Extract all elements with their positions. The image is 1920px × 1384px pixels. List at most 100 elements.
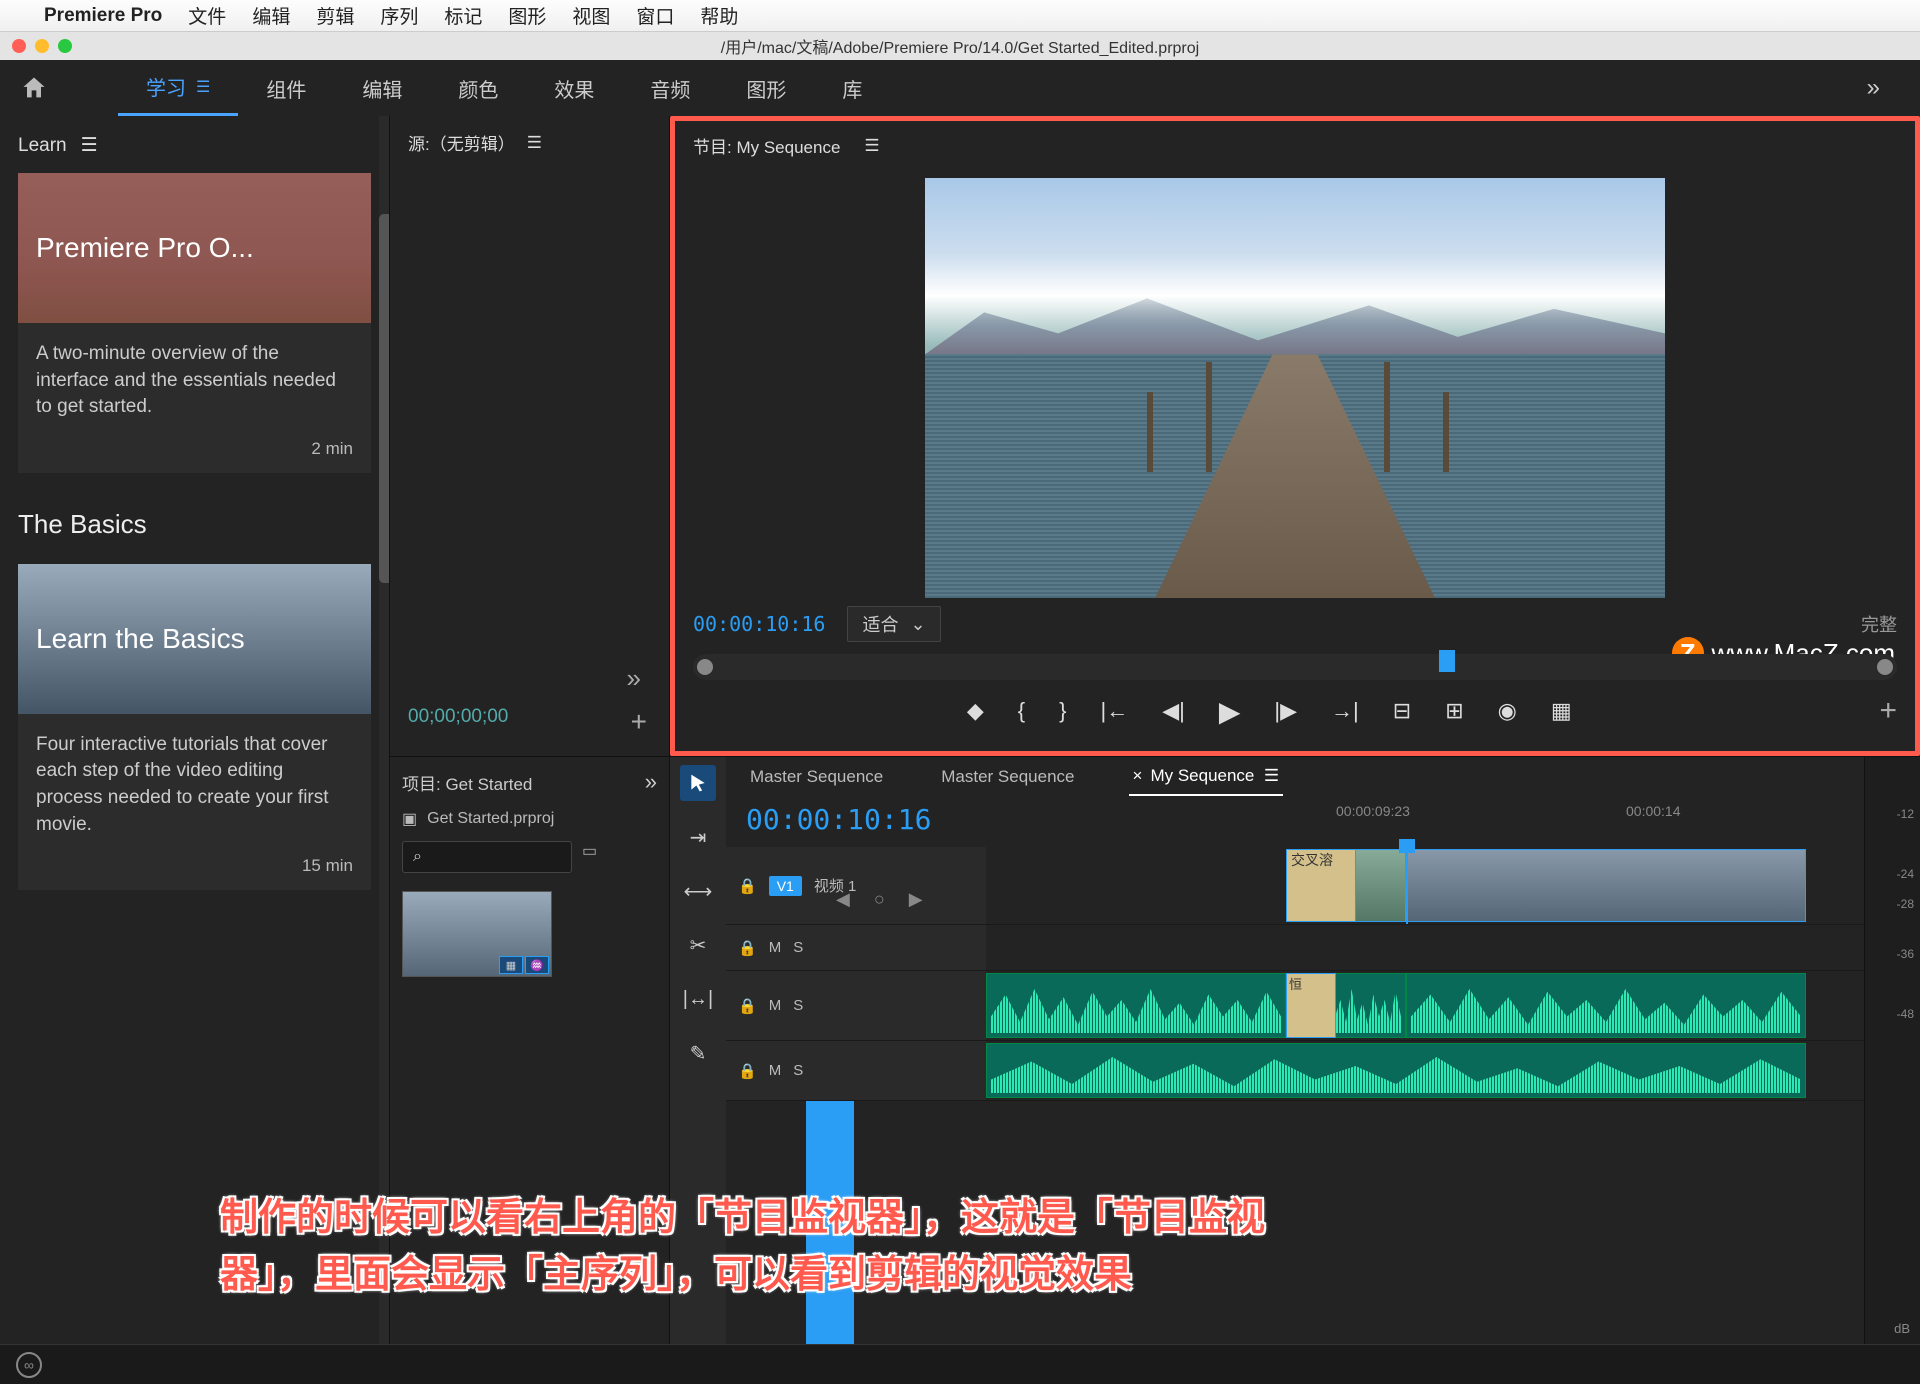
pen-tool[interactable]: ✎ — [680, 1035, 716, 1071]
workspace-learn[interactable]: 学习☰ — [118, 60, 238, 116]
out-point-icon[interactable]: } — [1059, 698, 1066, 724]
prev-edit-icon[interactable]: ◀ — [836, 889, 850, 910]
play-icon[interactable]: ▶ — [1219, 695, 1241, 728]
timeline-tab[interactable]: Master Sequence — [937, 759, 1078, 795]
audio-clip[interactable] — [986, 973, 1286, 1038]
creative-cloud-icon[interactable]: ∞ — [16, 1352, 42, 1378]
menu-view[interactable]: 视图 — [572, 2, 610, 29]
home-icon[interactable] — [20, 74, 48, 102]
mute-button[interactable]: M — [769, 1062, 782, 1079]
workspace-effects[interactable]: 效果 — [526, 60, 622, 116]
menu-clip[interactable]: 剪辑 — [316, 2, 354, 29]
step-forward-icon[interactable]: |▶ — [1274, 698, 1297, 724]
audio-transition[interactable]: 恒 — [1286, 973, 1336, 1038]
menu-graphics[interactable]: 图形 — [508, 2, 546, 29]
scrub-handle-left[interactable] — [697, 659, 713, 675]
lock-icon[interactable]: 🔒 — [738, 997, 757, 1015]
transition-clip[interactable]: 交叉溶 — [1286, 849, 1356, 922]
quality-dropdown[interactable]: 完整 — [1861, 611, 1897, 637]
scrub-handle-right[interactable] — [1877, 659, 1893, 675]
timeline-tab-active[interactable]: ×My Sequence ☰ — [1129, 758, 1284, 796]
workspace-color[interactable]: 颜色 — [430, 60, 526, 116]
maximize-button[interactable] — [58, 39, 72, 53]
add-button[interactable]: + — [631, 706, 647, 738]
playhead[interactable] — [1399, 839, 1415, 853]
project-clip-thumbnail[interactable]: ▦ ♒ — [402, 891, 552, 977]
go-to-in-icon[interactable]: |← — [1100, 698, 1128, 724]
overflow-icon[interactable]: » — [645, 769, 657, 795]
source-timecode[interactable]: 00;00;00;00 — [408, 706, 508, 728]
ripple-edit-tool[interactable]: ⟷ — [680, 873, 716, 909]
project-search[interactable]: ⌕ — [402, 841, 572, 873]
hamburger-icon[interactable]: ☰ — [527, 133, 542, 153]
menu-sequence[interactable]: 序列 — [380, 2, 418, 29]
workspace-audio[interactable]: 音频 — [622, 60, 718, 116]
track-v1-label[interactable]: V1 — [769, 876, 802, 896]
hamburger-icon[interactable]: ☰ — [81, 134, 98, 157]
learn-card-basics[interactable]: Learn the Basics Four interactive tutori… — [18, 564, 371, 890]
selection-tool[interactable] — [680, 765, 716, 801]
extract-icon[interactable]: ⊞ — [1445, 698, 1463, 724]
slip-tool[interactable]: |↔| — [680, 981, 716, 1017]
workspace-graphics[interactable]: 图形 — [718, 60, 814, 116]
workspace-libraries[interactable]: 库 — [814, 60, 890, 116]
learn-section-basics: The Basics — [18, 509, 371, 540]
solo-button[interactable]: S — [793, 997, 803, 1014]
program-video[interactable] — [925, 178, 1665, 598]
step-back-icon[interactable]: ◀| — [1162, 698, 1185, 724]
app-name[interactable]: Premiere Pro — [44, 5, 162, 27]
go-to-out-icon[interactable]: →| — [1331, 698, 1359, 724]
close-icon[interactable]: × — [1133, 766, 1143, 785]
audio-clip[interactable] — [1406, 973, 1806, 1038]
in-point-icon[interactable]: { — [1018, 698, 1025, 724]
timeline-ruler[interactable]: 00:00:09:23 00:00:14 — [1006, 803, 1864, 827]
overflow-icon[interactable]: » — [627, 663, 641, 694]
marker-icon[interactable]: ◆ — [967, 698, 984, 724]
new-bin-icon[interactable]: ▭ — [582, 841, 597, 861]
lock-icon[interactable]: 🔒 — [738, 939, 757, 957]
minimize-button[interactable] — [35, 39, 49, 53]
track-select-tool[interactable]: ⇥ — [680, 819, 716, 855]
toggle-icon[interactable]: ○ — [874, 889, 885, 910]
mute-button[interactable]: M — [769, 939, 782, 956]
lift-icon[interactable]: ⊟ — [1393, 698, 1411, 724]
scrub-playhead[interactable] — [1439, 650, 1455, 672]
solo-button[interactable]: S — [793, 1062, 803, 1079]
bin-icon[interactable]: ▣ — [402, 809, 417, 829]
project-tab[interactable]: 项目: Get Started — [402, 770, 532, 795]
mute-button[interactable]: M — [769, 997, 782, 1014]
program-tab[interactable]: 节目: My Sequence ☰ — [675, 121, 1915, 170]
lock-icon[interactable]: 🔒 — [738, 1062, 757, 1080]
scrollbar[interactable] — [379, 116, 389, 1344]
menu-edit[interactable]: 编辑 — [252, 2, 290, 29]
card-thumbnail: Learn the Basics — [18, 564, 371, 714]
program-scrubber[interactable] — [693, 654, 1897, 680]
timeline-timecode[interactable]: 00:00:10:16 — [746, 803, 931, 836]
razor-tool[interactable]: ✂ — [680, 927, 716, 963]
audio-clip[interactable] — [986, 1043, 1806, 1098]
next-edit-icon[interactable]: ▶ — [909, 889, 923, 910]
learn-card-overview[interactable]: Premiere Pro O... A two-minute overview … — [18, 173, 371, 473]
timeline-tab[interactable]: Master Sequence — [746, 759, 887, 795]
hamburger-icon[interactable]: ☰ — [196, 77, 210, 97]
zoom-dropdown[interactable]: 适合⌄ — [847, 606, 940, 642]
menu-help[interactable]: 帮助 — [700, 2, 738, 29]
hamburger-icon[interactable]: ☰ — [864, 136, 879, 156]
add-button[interactable]: + — [1879, 694, 1897, 728]
video-clip[interactable] — [1406, 849, 1806, 922]
close-button[interactable] — [12, 39, 26, 53]
solo-button[interactable]: S — [793, 939, 803, 956]
lock-icon[interactable]: 🔒 — [738, 877, 757, 895]
search-input[interactable] — [430, 850, 561, 865]
workspace-assembly[interactable]: 组件 — [238, 60, 334, 116]
hamburger-icon[interactable]: ☰ — [1264, 766, 1279, 785]
menu-window[interactable]: 窗口 — [636, 2, 674, 29]
program-timecode[interactable]: 00:00:10:16 — [693, 612, 825, 636]
source-tab[interactable]: 源:（无剪辑） ☰ — [408, 130, 651, 155]
workspace-editing[interactable]: 编辑 — [334, 60, 430, 116]
menu-marker[interactable]: 标记 — [444, 2, 482, 29]
export-frame-icon[interactable]: ◉ — [1498, 698, 1517, 724]
menu-file[interactable]: 文件 — [188, 2, 226, 29]
comparison-icon[interactable]: ▦ — [1551, 698, 1572, 724]
workspace-overflow[interactable]: » — [1847, 74, 1900, 102]
